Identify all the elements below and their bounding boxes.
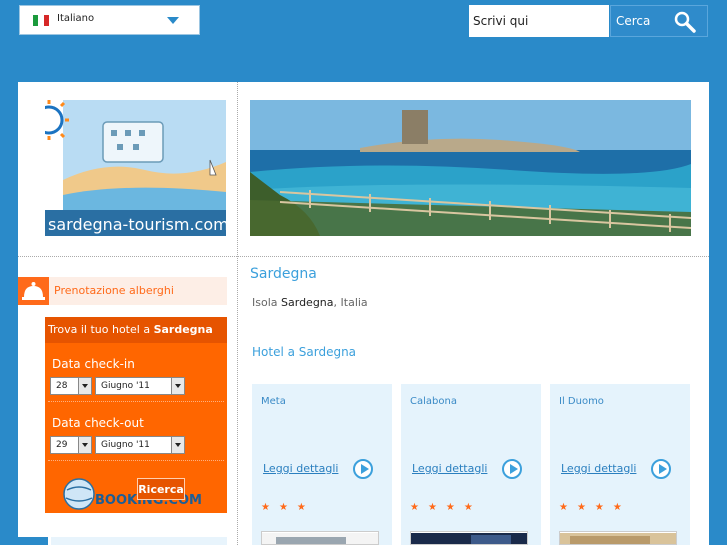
chevron-down-icon: [171, 437, 184, 453]
reception-bell-icon: [18, 277, 49, 305]
search-hotels-button[interactable]: Ricerca: [137, 478, 185, 500]
hero-image: [250, 100, 691, 236]
arrow-right-icon[interactable]: [502, 459, 522, 479]
search-input[interactable]: [469, 5, 609, 37]
checkin-month-select[interactable]: Giugno '11: [95, 377, 185, 395]
hotel-booking-label: Prenotazione alberghi: [54, 284, 174, 297]
arrow-right-icon[interactable]: [651, 459, 671, 479]
hotel-booking-header: Prenotazione alberghi: [18, 277, 227, 305]
arrow-right-icon[interactable]: [353, 459, 373, 479]
hotels-heading[interactable]: Hotel a Sardegna: [252, 345, 356, 359]
search-icon: [674, 11, 696, 33]
chevron-down-icon: [78, 378, 91, 394]
search-button[interactable]: Cerca: [610, 5, 708, 37]
hotel-card: Il Duomo Leggi dettagli ★★★★: [550, 384, 690, 545]
hotel-search-title: Trova il tuo hotel a Sardegna: [45, 317, 227, 343]
checkin-label: Data check-in: [52, 357, 135, 371]
chevron-down-icon: [167, 17, 179, 24]
vertical-divider: [237, 82, 238, 545]
hotel-name[interactable]: Meta: [261, 396, 286, 407]
checkin-day-select[interactable]: 28: [50, 377, 92, 395]
hotel-card: Meta Leggi dettagli ★★★: [252, 384, 392, 545]
chevron-down-icon: [78, 437, 91, 453]
hotel-thumbnail[interactable]: [410, 531, 528, 545]
chevron-down-icon: [171, 378, 184, 394]
horizontal-divider: [18, 256, 709, 257]
search-button-label: Cerca: [616, 14, 651, 28]
checkout-label: Data check-out: [52, 416, 144, 430]
language-selector[interactable]: Italiano: [19, 5, 200, 35]
sidebar-bottom-tab: [18, 537, 48, 545]
star-rating: ★★★★: [410, 502, 482, 513]
read-details-link[interactable]: Leggi dettagli: [263, 462, 338, 475]
divider: [48, 460, 224, 461]
read-details-link[interactable]: Leggi dettagli: [561, 462, 636, 475]
read-details-link[interactable]: Leggi dettagli: [412, 462, 487, 475]
sidebar-bottom-bar: [51, 537, 227, 545]
breadcrumb-country[interactable]: Italia: [341, 296, 368, 309]
divider: [48, 401, 224, 402]
breadcrumb: Isola Sardegna, Italia: [252, 296, 368, 309]
hotel-name[interactable]: Il Duomo: [559, 396, 604, 407]
page-title: Sardegna: [250, 266, 317, 282]
checkout-month-select[interactable]: Giugno '11: [95, 436, 185, 454]
star-rating: ★★★★: [559, 502, 631, 513]
logo-text: sardegna-tourism.com: [48, 215, 226, 234]
breadcrumb-region[interactable]: Sardegna: [281, 296, 334, 309]
site-logo[interactable]: sardegna-tourism.com: [45, 100, 226, 236]
language-label: Italiano: [57, 13, 95, 24]
checkout-day-select[interactable]: 29: [50, 436, 92, 454]
hotel-thumbnail[interactable]: [261, 531, 379, 545]
italian-flag-icon: [33, 15, 49, 26]
star-rating: ★★★: [261, 502, 315, 513]
hotel-card: Calabona Leggi dettagli ★★★★: [401, 384, 541, 545]
hotel-name[interactable]: Calabona: [410, 396, 457, 407]
main-panel: sardegna-tourism.com Prenotazione alberg…: [18, 82, 709, 545]
hotel-thumbnail[interactable]: [559, 531, 677, 545]
hotel-search-form: Trova il tuo hotel a Sardegna Data check…: [45, 317, 227, 513]
